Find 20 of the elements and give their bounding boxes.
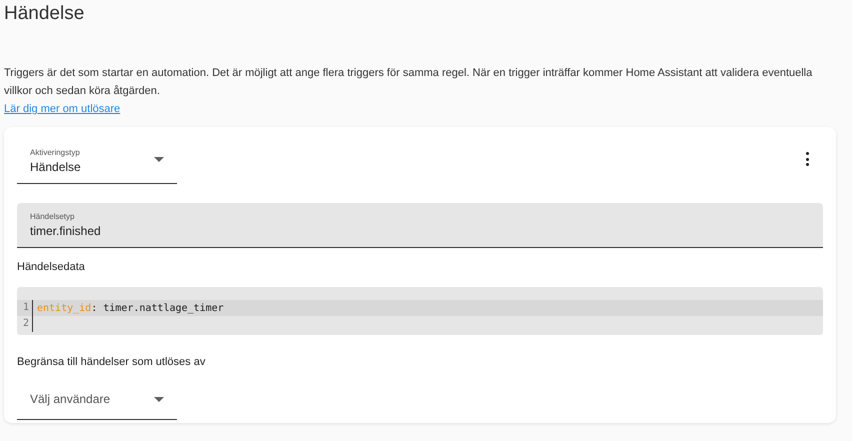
code-line: entity_id: timer.nattlage_timer [36,302,224,316]
trigger-type-select[interactable]: Aktiveringstyp Händelse [17,140,177,184]
field-value: Händelse [30,159,81,176]
more-options-icon[interactable] [806,152,810,166]
caret-icon [154,396,164,402]
line-number: 2 [17,316,33,332]
line-number: 1 [17,300,33,316]
code-editor[interactable]: 1 entity_id: timer.nattlage_timer 2 [17,287,823,335]
select-placeholder: Välj användare [30,391,110,408]
description-text: Triggers är det som startar en automation. Det är möjligt att ange flera triggers för samma regel. När en trigger inträffar kommer Home Assistant att validera eventuella villkor och sedan köra åtgärden. [4,66,814,99]
learn-more-link[interactable]: Lär dig mer om utlösare [4,100,120,118]
event-type-field[interactable]: Händelsetyp timer.finished [17,203,823,248]
field-label: Aktiveringstyp [30,148,80,158]
page-title: Händelse [4,2,84,26]
event-data-label: Händelsedata [17,260,85,274]
field-value: timer.finished [30,223,101,240]
user-select[interactable]: Välj användare [17,379,177,420]
caret-icon [154,157,164,162]
limit-label: Begränsa till händelser som utlöses av [17,355,206,369]
field-label: Händelsetyp [30,212,74,222]
